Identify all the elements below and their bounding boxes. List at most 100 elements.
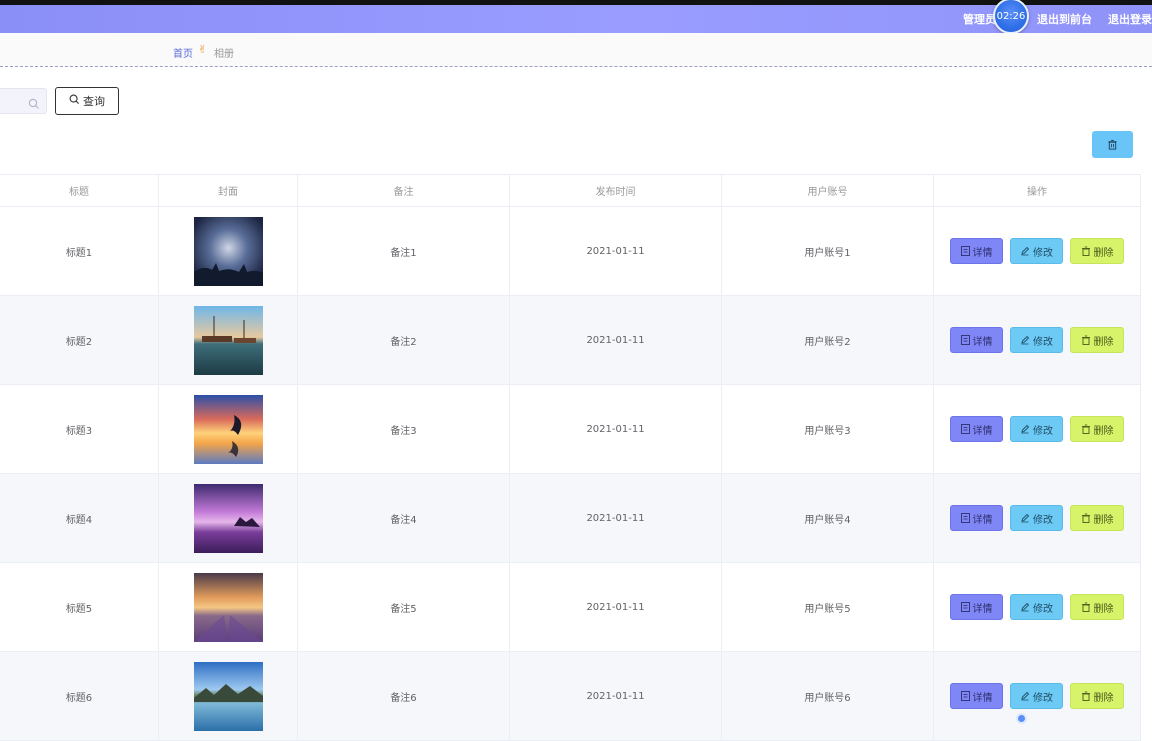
table-row[interactable]: 标题5 备注5 2021-01-11 用户账号5 详情 修改 删除 <box>0 563 1141 652</box>
cell-user-account: 用户账号4 <box>722 474 934 562</box>
edit-button[interactable]: 修改 <box>1010 238 1063 264</box>
detail-button[interactable]: 详情 <box>950 594 1003 620</box>
delete-button-label: 删除 <box>1093 336 1114 348</box>
logout-link[interactable]: 退出登录 <box>1108 11 1152 27</box>
exit-to-front-link[interactable]: 退出到前台 <box>1037 11 1092 27</box>
row-actions: 详情 修改 删除 <box>950 327 1124 353</box>
cell-title: 标题5 <box>0 563 159 651</box>
cell-user-account: 用户账号2 <box>722 296 934 384</box>
detail-button-label: 详情 <box>972 514 993 526</box>
cell-user-account: 用户账号5 <box>722 563 934 651</box>
cover-image[interactable] <box>193 661 263 731</box>
table-row[interactable]: 标题4 备注4 2021-01-11 用户账号4 详情 修改 删除 <box>0 474 1141 563</box>
detail-button-label: 详情 <box>972 247 993 259</box>
header-user-account[interactable]: 用户账号 <box>722 175 934 206</box>
cell-user-account: 用户账号6 <box>722 652 934 740</box>
edit-button[interactable]: 修改 <box>1010 594 1063 620</box>
detail-button-label: 详情 <box>972 336 993 348</box>
cell-publish-time: 2021-01-11 <box>510 474 722 562</box>
cell-actions: 详情 修改 删除 <box>934 474 1141 562</box>
batch-delete-button[interactable] <box>1092 131 1133 158</box>
edit-button-label: 修改 <box>1033 603 1053 615</box>
header-publish-time[interactable]: 发布时间 <box>510 175 722 206</box>
table-row[interactable]: 标题2 备注2 2021-01-11 用户账号2 详情 修改 删除 <box>0 296 1141 385</box>
header-title[interactable]: 标题 <box>0 175 159 206</box>
delete-button[interactable]: 删除 <box>1070 683 1124 709</box>
edit-button-label: 修改 <box>1033 692 1053 704</box>
trash-icon <box>1081 602 1091 612</box>
detail-button[interactable]: 详情 <box>950 683 1003 709</box>
edit-button[interactable]: 修改 <box>1010 327 1063 353</box>
search-input[interactable] <box>0 88 47 114</box>
document-icon <box>960 424 970 434</box>
publish-time-text: 2021-01-11 <box>586 690 645 702</box>
detail-button[interactable]: 详情 <box>950 416 1003 442</box>
note-text: 备注5 <box>390 603 417 615</box>
cover-image[interactable] <box>193 394 263 464</box>
breadcrumb-home-link[interactable]: 首页 <box>173 45 193 60</box>
cover-image[interactable] <box>193 483 263 553</box>
edit-button[interactable]: 修改 <box>1010 416 1063 442</box>
pencil-icon <box>1020 513 1030 523</box>
cell-note: 备注3 <box>298 385 510 473</box>
table-row[interactable]: 标题1 备注1 2021-01-11 用户账号1 详情 修改 删除 <box>0 207 1141 296</box>
title-text: 标题5 <box>65 603 93 615</box>
title-text: 标题3 <box>65 425 93 437</box>
edit-button[interactable]: 修改 <box>1010 683 1063 709</box>
title-text: 标题4 <box>65 514 93 526</box>
delete-button[interactable]: 删除 <box>1070 327 1124 353</box>
publish-time-text: 2021-01-11 <box>586 601 645 613</box>
edit-button-label: 修改 <box>1033 247 1053 259</box>
cell-user-account: 用户账号1 <box>722 207 934 295</box>
header-note[interactable]: 备注 <box>298 175 510 206</box>
cover-image[interactable] <box>193 216 263 286</box>
cell-actions: 详情 修改 删除 <box>934 652 1141 740</box>
detail-button[interactable]: 详情 <box>950 238 1003 264</box>
note-text: 备注3 <box>390 425 417 437</box>
edit-button[interactable]: 修改 <box>1010 505 1063 531</box>
cover-image[interactable] <box>193 572 263 642</box>
cell-title: 标题4 <box>0 474 159 562</box>
publish-time-text: 2021-01-11 <box>586 334 645 346</box>
cell-cover <box>159 296 298 384</box>
delete-button[interactable]: 删除 <box>1070 505 1124 531</box>
table-header: 标题 封面 备注 发布时间 用户账号 操作 <box>0 174 1141 207</box>
cell-note: 备注1 <box>298 207 510 295</box>
top-nav-bar: 管理员 退出到前台 退出登录 <box>0 0 1152 33</box>
delete-button[interactable]: 删除 <box>1070 238 1124 264</box>
edit-button-label: 修改 <box>1033 514 1053 526</box>
query-button[interactable]: 查询 <box>55 87 119 115</box>
table-row[interactable]: 标题3 备注3 2021-01-11 用户账号3 详情 修改 删除 <box>0 385 1141 474</box>
header-actions: 操作 <box>934 175 1141 206</box>
header-cover: 封面 <box>159 175 298 206</box>
title-text: 标题1 <box>65 247 93 259</box>
table-row[interactable]: 标题6 备注6 2021-01-11 用户账号6 详情 修改 删除 <box>0 652 1141 741</box>
delete-button[interactable]: 删除 <box>1070 594 1124 620</box>
cell-note: 备注5 <box>298 563 510 651</box>
cell-publish-time: 2021-01-11 <box>510 652 722 740</box>
cell-user-account: 用户账号3 <box>722 385 934 473</box>
cell-publish-time: 2021-01-11 <box>510 207 722 295</box>
detail-button[interactable]: 详情 <box>950 505 1003 531</box>
pencil-icon <box>1020 424 1030 434</box>
cell-cover <box>159 207 298 295</box>
delete-button-label: 删除 <box>1093 425 1114 437</box>
note-text: 备注1 <box>390 247 417 259</box>
album-table: 标题 封面 备注 发布时间 用户账号 操作 标题1 备注1 2021-01-11 用户… <box>0 174 1141 741</box>
note-text: 备注2 <box>390 336 417 348</box>
note-text: 备注6 <box>390 692 417 704</box>
user-area: 管理员 退出到前台 退出登录 <box>963 5 1152 33</box>
cell-note: 备注2 <box>298 296 510 384</box>
cell-cover <box>159 563 298 651</box>
breadcrumb-current: 相册 <box>214 49 234 60</box>
cover-image[interactable] <box>193 305 263 375</box>
admin-label[interactable]: 管理员 <box>963 11 996 27</box>
document-icon <box>960 602 970 612</box>
detail-button[interactable]: 详情 <box>950 327 1003 353</box>
trash-icon <box>1081 513 1091 523</box>
user-account-text: 用户账号4 <box>804 514 851 526</box>
delete-button-label: 删除 <box>1093 514 1114 526</box>
cell-cover <box>159 474 298 562</box>
delete-button[interactable]: 删除 <box>1070 416 1124 442</box>
trash-icon <box>1081 691 1091 701</box>
